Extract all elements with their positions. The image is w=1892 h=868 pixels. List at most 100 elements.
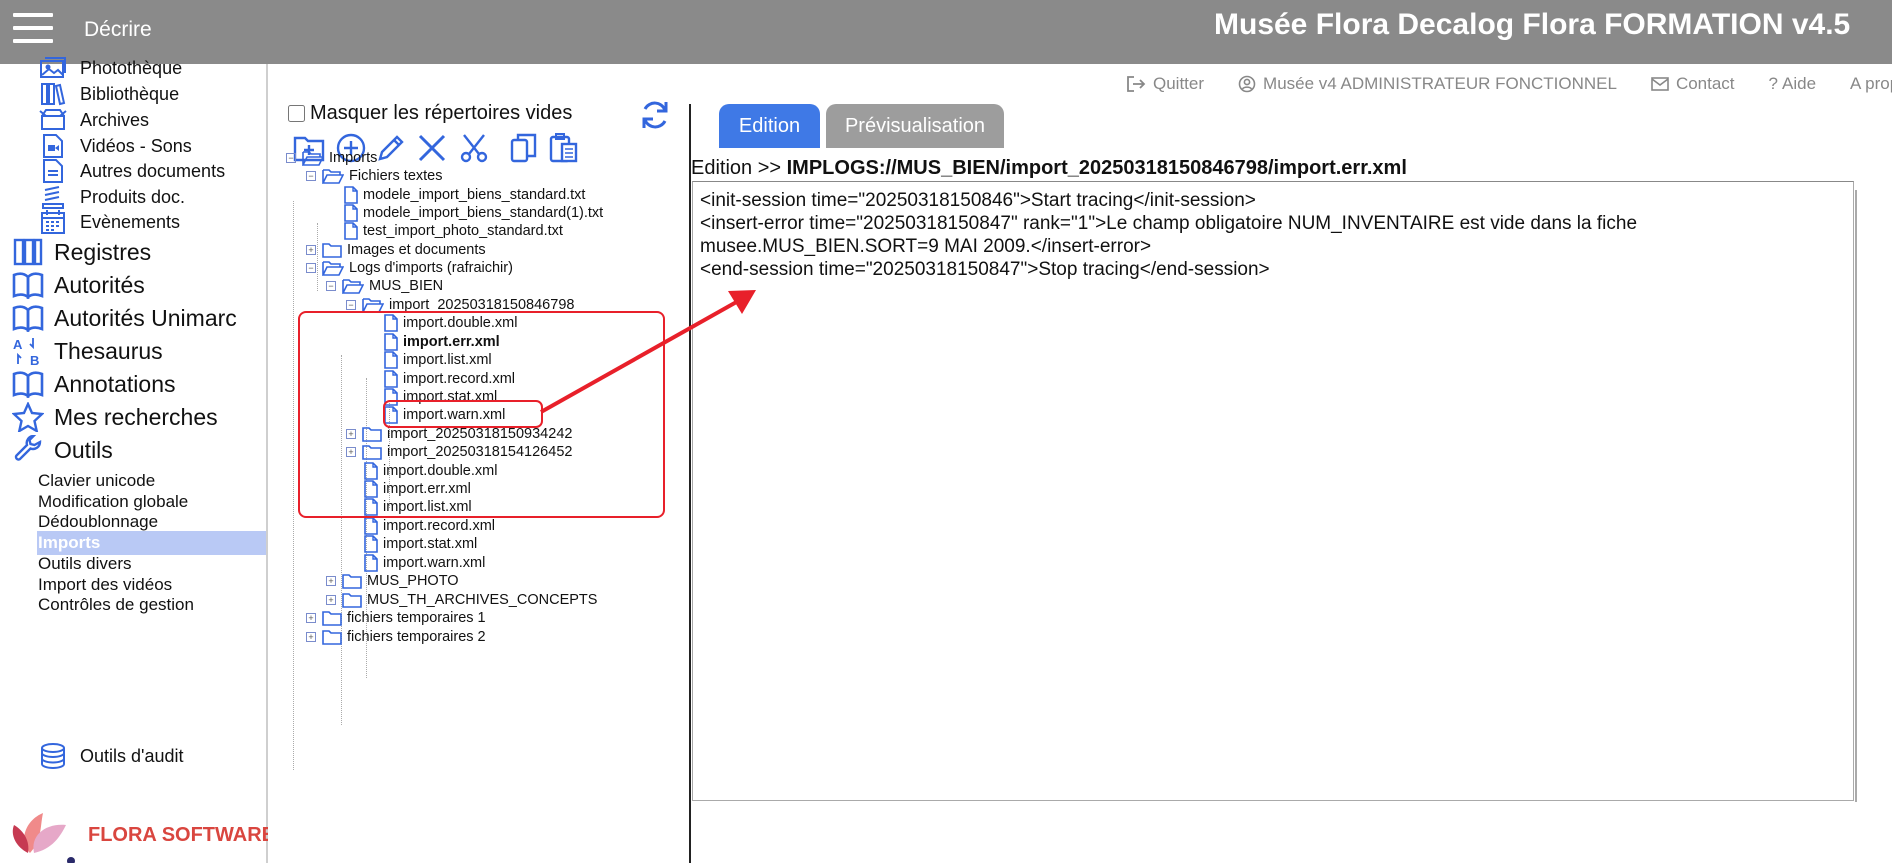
archive-box-icon — [38, 107, 68, 133]
folder-icon — [322, 242, 342, 258]
database-icon — [38, 743, 68, 770]
nav-item-autres-documents[interactable]: Autres documents — [38, 157, 225, 185]
hide-empty-folders-checkbox[interactable]: Masquer les répertoires vides — [288, 102, 572, 125]
panel-divider[interactable] — [689, 104, 691, 863]
scissors-icon[interactable] — [457, 131, 491, 165]
tree-file[interactable]: test_import_photo_standard.txt — [344, 221, 563, 241]
nav-item-audit[interactable]: Outils d'audit — [38, 742, 184, 770]
tab-preview[interactable]: Prévisualisation — [826, 104, 1004, 148]
tree-file[interactable]: import.stat.xml — [364, 534, 477, 554]
top-bar: Décrire Musée Flora Decalog Flora FORMAT… — [0, 0, 1892, 64]
folder-open-icon — [302, 150, 324, 166]
tree-folder[interactable]: + Images et documents — [306, 240, 486, 260]
book-open-icon — [12, 302, 44, 334]
video-file-icon — [38, 133, 68, 159]
registers-icon — [12, 236, 44, 268]
tree-file[interactable]: modele_import_biens_standard(1).txt — [344, 203, 603, 223]
expand-icon[interactable]: + — [326, 576, 336, 586]
editor-line: musee.MUS_BIEN.SORT=9 MAI 2009.</insert-… — [700, 236, 1152, 257]
collapse-icon[interactable]: − — [326, 281, 336, 291]
folder-open-icon — [342, 278, 364, 294]
folder-open-icon — [322, 168, 344, 184]
file-icon — [344, 186, 358, 204]
copy-icon[interactable] — [507, 131, 541, 165]
folder-open-icon — [322, 260, 344, 276]
tab-edition[interactable]: Edition — [719, 104, 820, 148]
nav-item-archives[interactable]: Archives — [38, 106, 149, 134]
editor-line: <init-session time="20250318150846">Star… — [700, 190, 1256, 211]
refresh-icon[interactable] — [638, 98, 672, 132]
expand-icon[interactable]: + — [326, 595, 336, 605]
stack-icon — [38, 184, 68, 210]
expand-icon[interactable]: + — [306, 632, 316, 642]
logo-text: FLORA SOFTWARE — [88, 824, 268, 846]
tool-item-controles-de-gestion[interactable]: Contrôles de gestion — [38, 593, 194, 617]
tree-guide — [293, 201, 294, 770]
file-path: Edition >> IMPLOGS://MUS_BIEN/import_202… — [691, 157, 1407, 179]
app-title: Musée Flora Decalog Flora FORMATION v4.5 — [1214, 8, 1851, 41]
collapse-icon[interactable]: − — [306, 263, 316, 273]
folder-icon — [322, 629, 342, 645]
folder-icon — [322, 610, 342, 626]
collapse-icon[interactable]: − — [286, 153, 296, 163]
nav-item-produits-doc[interactable]: Produits doc. — [38, 183, 185, 211]
collapse-icon[interactable]: − — [346, 300, 356, 310]
paste-icon[interactable] — [547, 131, 581, 165]
tree-folder[interactable]: − Fichiers textes — [306, 166, 442, 186]
star-icon — [12, 401, 44, 433]
book-open-icon — [12, 368, 44, 400]
file-icon — [364, 535, 378, 553]
file-icon — [344, 204, 358, 222]
document-icon — [38, 158, 68, 184]
menu-icon[interactable] — [13, 13, 53, 45]
photo-icon — [38, 55, 68, 81]
tree-folder[interactable]: + MUS_PHOTO — [326, 571, 459, 591]
user-link[interactable]: Musée v4 ADMINISTRATEUR FONCTIONNEL — [1238, 74, 1617, 94]
tree-folder[interactable]: − MUS_BIEN — [326, 276, 443, 296]
tree-folder[interactable]: + fichiers temporaires 1 — [306, 608, 486, 628]
books-icon — [38, 81, 68, 107]
tree-file[interactable]: modele_import_biens_standard.txt — [344, 185, 585, 205]
editor-scrollbar[interactable] — [1855, 190, 1857, 802]
expand-icon[interactable]: + — [306, 245, 316, 255]
tree-file[interactable]: import.warn.xml — [364, 553, 485, 573]
nav-item-bibliotheque[interactable]: Bibliothèque — [38, 80, 179, 108]
pencil-icon[interactable] — [374, 131, 408, 165]
tree-folder[interactable]: − Imports — [286, 148, 377, 168]
quit-link[interactable]: Quitter — [1126, 74, 1204, 94]
tree-folder[interactable]: + fichiers temporaires 2 — [306, 627, 486, 647]
collapse-icon[interactable]: − — [306, 171, 316, 181]
logout-icon — [1127, 76, 1146, 92]
wrench-icon — [12, 434, 44, 466]
question-icon: ? — [1768, 74, 1778, 93]
file-icon — [364, 554, 378, 572]
contact-link[interactable]: Contact — [1651, 74, 1735, 94]
expand-icon[interactable]: + — [306, 613, 316, 623]
tree-file[interactable]: import.record.xml — [364, 516, 495, 536]
tree-folder[interactable]: − Logs d'imports (rafraichir) — [306, 258, 513, 278]
highlight-frame-selected-file — [383, 400, 543, 428]
nav-item-phototheque[interactable]: Photothèque — [38, 54, 182, 82]
editor-line: <end-session time="20250318150847">Stop … — [700, 259, 1270, 280]
close-icon[interactable] — [415, 131, 449, 165]
calendar-icon — [38, 209, 68, 235]
nav-item-evenements[interactable]: Evènements — [38, 208, 180, 236]
app-context: Décrire — [84, 18, 152, 41]
folder-icon — [342, 592, 362, 608]
tree-folder[interactable]: + MUS_TH_ARCHIVES_CONCEPTS — [326, 590, 597, 610]
file-icon — [344, 222, 358, 240]
header-links: Quitter Musée v4 ADMINISTRATEUR FONCTION… — [1126, 74, 1892, 94]
help-link[interactable]: ? Aide — [1769, 74, 1817, 94]
hide-empty-checkbox[interactable] — [288, 105, 305, 122]
nav-item-outils[interactable]: Outils — [12, 431, 113, 469]
nav-item-videos-sons[interactable]: Vidéos - Sons — [38, 132, 192, 160]
flora-logo: FLORA SOFTWARE — [8, 795, 275, 868]
editor-line: <insert-error time="20250318150847" rank… — [700, 213, 1638, 234]
folder-icon — [342, 573, 362, 589]
svg-text:A: A — [13, 337, 23, 352]
xml-editor[interactable]: <init-session time="20250318150846">Star… — [692, 181, 1854, 801]
user-icon — [1238, 75, 1256, 93]
about-link[interactable]: A propos — [1850, 74, 1892, 94]
book-open-icon — [12, 269, 44, 301]
thesaurus-icon: AB — [12, 335, 44, 367]
